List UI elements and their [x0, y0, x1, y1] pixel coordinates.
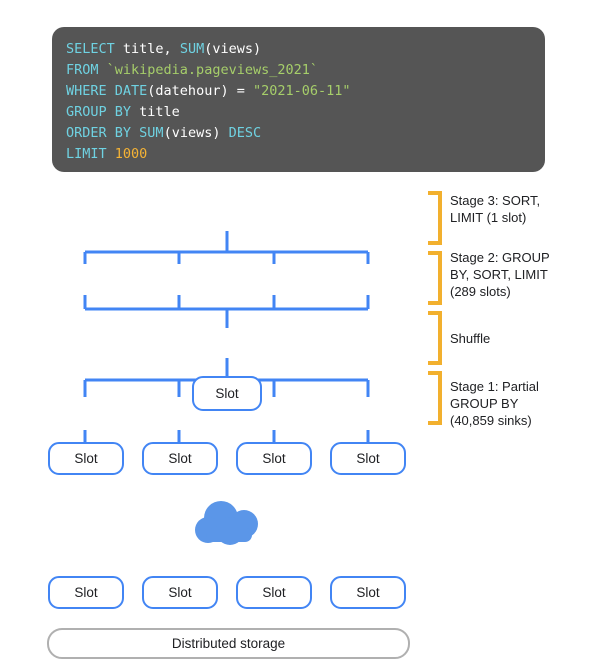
code-line: GROUP BY title — [66, 102, 545, 123]
legend-label: Stage 2: GROUP BY, SORT, LIMIT (289 slot… — [450, 250, 550, 299]
code-line: LIMIT 1000 — [66, 144, 545, 165]
code-token: LIMIT — [66, 146, 107, 162]
slot-box-stage1[interactable]: Slot — [330, 576, 406, 609]
code-line: ORDER BY SUM(views) DESC — [66, 123, 545, 144]
code-token: FROM — [66, 62, 99, 78]
code-token: title — [131, 104, 180, 120]
diagram-canvas: SELECT title, SUM(views) FROM `wikipedia… — [0, 0, 600, 659]
bracket-icon — [428, 251, 442, 305]
slot-box-stage1[interactable]: Slot — [142, 576, 218, 609]
code-token: (views) — [163, 125, 229, 141]
slot-box-stage2[interactable]: Slot — [48, 442, 124, 475]
sql-code-panel: SELECT title, SUM(views) FROM `wikipedia… — [52, 27, 545, 172]
code-line: FROM `wikipedia.pageviews_2021` — [66, 60, 545, 81]
code-token: DESC — [228, 125, 262, 141]
code-token: (views) — [204, 41, 262, 57]
code-token: (datehour) = — [147, 83, 253, 99]
shuffle-cloud-icon — [195, 501, 258, 545]
code-token: GROUP BY — [66, 104, 132, 120]
code-token: WHERE — [66, 83, 107, 99]
execution-tree: Slot Slot Slot Slot Slot Slot Slot Slot … — [0, 180, 430, 659]
slot-box-stage2[interactable]: Slot — [142, 442, 218, 475]
code-token: `wikipedia.pageviews_2021` — [106, 62, 318, 78]
code-token: SUM — [139, 125, 164, 141]
code-token: SELECT — [66, 41, 115, 57]
bracket-icon — [428, 191, 442, 245]
distributed-storage-bar[interactable]: Distributed storage — [47, 628, 410, 659]
slot-box-stage2[interactable]: Slot — [236, 442, 312, 475]
slot-box-stage2[interactable]: Slot — [330, 442, 406, 475]
code-token: ORDER BY — [66, 125, 132, 141]
slot-box-stage1[interactable]: Slot — [236, 576, 312, 609]
legend-label: Stage 1: Partial GROUP BY (40,859 sinks) — [450, 379, 539, 428]
legend-label: Stage 3: SORT, LIMIT (1 slot) — [450, 193, 541, 225]
code-line: SELECT title, SUM(views) — [66, 39, 545, 60]
code-token: "2021-06-11" — [252, 83, 351, 99]
code-line: WHERE DATE(datehour) = "2021-06-11" — [66, 81, 545, 102]
stage-legend: Stage 3: SORT, LIMIT (1 slot) Stage 2: G… — [425, 180, 600, 500]
bracket-icon — [428, 371, 442, 425]
code-token: DATE — [114, 83, 148, 99]
code-token: title, — [114, 41, 180, 57]
code-token: SUM — [179, 41, 205, 57]
slot-box-stage3[interactable]: Slot — [192, 376, 262, 411]
legend-label: Shuffle — [450, 331, 491, 346]
bracket-icon — [428, 311, 442, 365]
code-token: 1000 — [114, 146, 148, 162]
slot-box-stage1[interactable]: Slot — [48, 576, 124, 609]
